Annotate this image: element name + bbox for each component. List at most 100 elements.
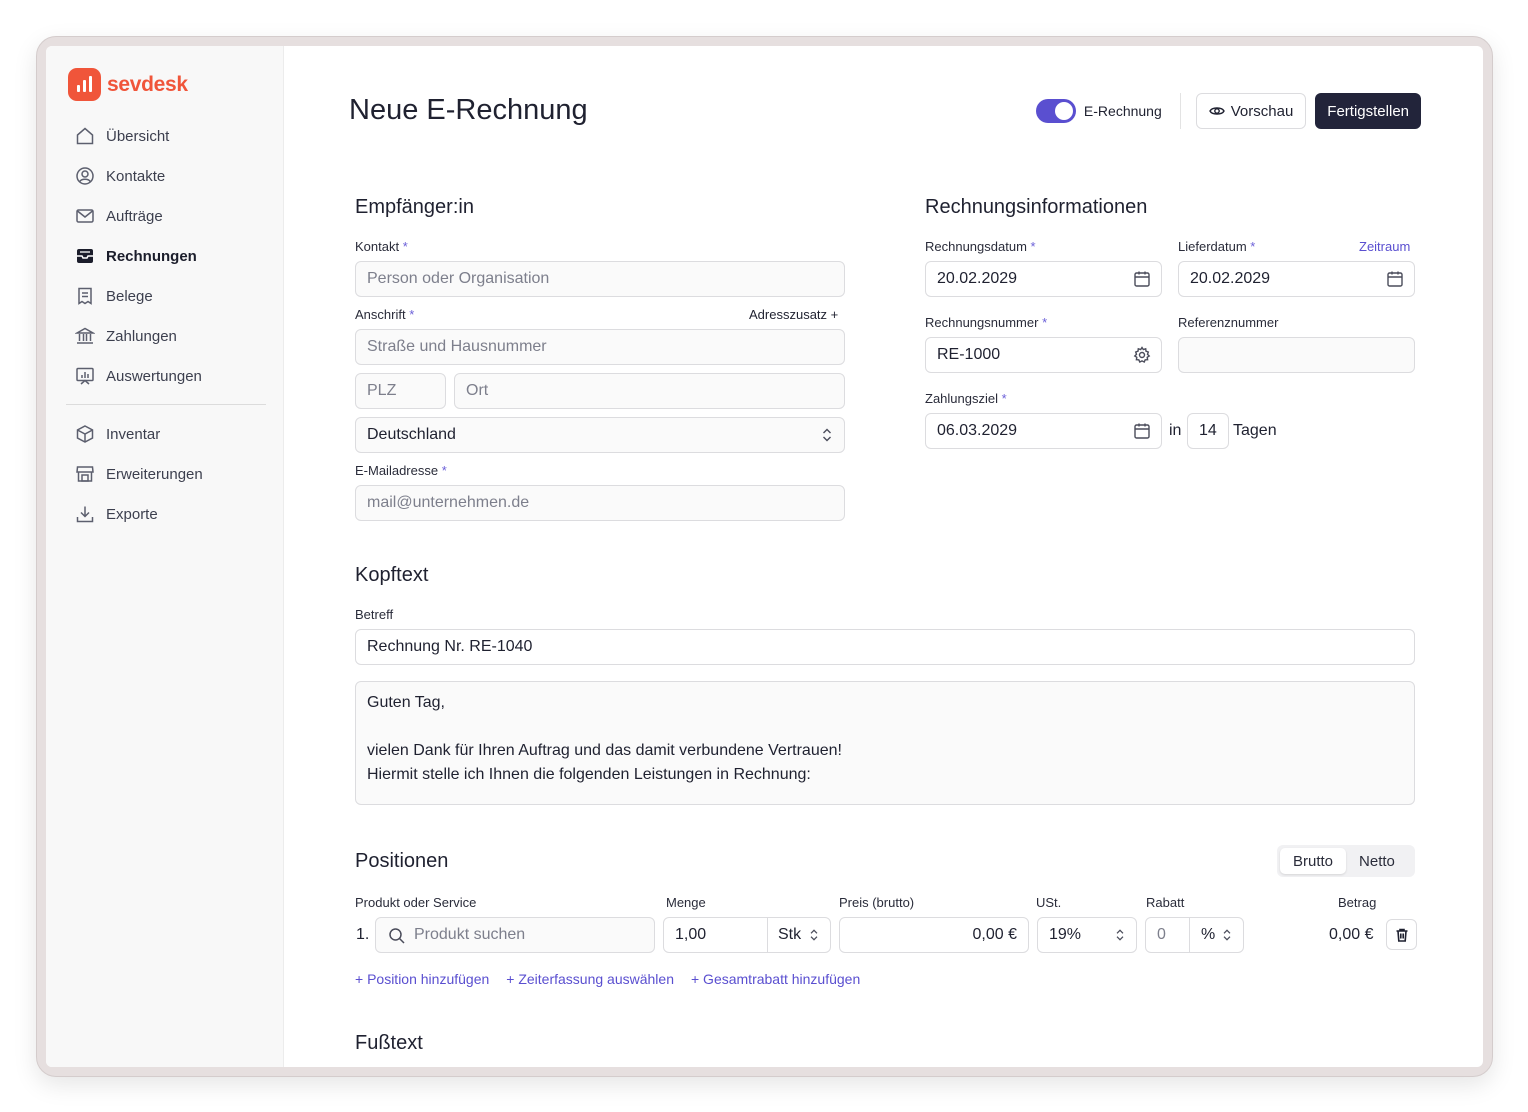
sidebar-divider: [66, 404, 266, 405]
eye-icon: [1208, 103, 1225, 119]
header-text-textarea[interactable]: Guten Tag, vielen Dank für Ihren Auftrag…: [355, 681, 1415, 805]
reference-number-input[interactable]: [1178, 337, 1415, 373]
sidebar: sevdesk Übersicht Kontakte Aufträge Rech…: [46, 46, 284, 1067]
due-date-input[interactable]: 06.03.2029: [925, 413, 1162, 449]
address-extra-link[interactable]: Adresszusatz +: [749, 307, 838, 322]
calendar-icon[interactable]: [1133, 422, 1151, 440]
inbox-icon: [74, 245, 96, 267]
invoice-number-value: RE-1000: [937, 346, 1001, 363]
contact-icon: [74, 165, 96, 187]
sidebar-item-label: Übersicht: [106, 127, 170, 145]
delete-position-button[interactable]: [1386, 919, 1417, 950]
invoice-date-input[interactable]: 20.02.2029: [925, 261, 1162, 297]
delivery-date-input[interactable]: 20.02.2029: [1178, 261, 1415, 297]
mail-icon: [74, 205, 96, 227]
sidebar-nav: Übersicht Kontakte Aufträge Rechnungen B…: [64, 116, 266, 534]
add-position-link[interactable]: + Position hinzufügen: [355, 971, 489, 987]
discount-unit[interactable]: %: [1201, 926, 1215, 944]
contact-input[interactable]: Person oder Organisation: [355, 261, 845, 297]
header-text-line: Guten Tag,: [367, 694, 445, 711]
quantity-input[interactable]: 1,00 Stk: [663, 917, 831, 953]
invoice-date-value: 20.02.2029: [937, 270, 1018, 287]
country-select[interactable]: Deutschland: [355, 417, 845, 453]
e-invoice-toggle[interactable]: [1035, 99, 1076, 123]
product-search-placeholder: Produkt suchen: [414, 926, 526, 943]
price-input[interactable]: 0,00 €: [839, 917, 1029, 953]
position-number: 1.: [356, 926, 370, 943]
col-head-price: Preis (brutto): [839, 895, 915, 910]
sidebar-item-label: Exporte: [106, 505, 158, 523]
city-input[interactable]: Ort: [454, 373, 845, 409]
subject-label: Betreff: [355, 607, 394, 622]
window-frame: sevdesk Übersicht Kontakte Aufträge Rech…: [36, 36, 1493, 1077]
product-search-input[interactable]: Produkt suchen: [375, 917, 655, 953]
add-total-discount-link[interactable]: + Gesamtrabatt hinzufügen: [691, 971, 860, 987]
vat-value: 19%: [1049, 926, 1082, 943]
main-content: Neue E-Rechnung E-Rechnung Vorschau Fert…: [285, 46, 1483, 1067]
sidebar-item-inventar[interactable]: Inventar: [64, 414, 266, 454]
address-label: Anschrift *: [355, 307, 415, 322]
positions-section-title: Positionen: [355, 850, 449, 872]
page-title: Neue E-Rechnung: [349, 94, 588, 126]
email-label: E-Mailadresse *: [355, 463, 447, 478]
zip-input[interactable]: PLZ: [355, 373, 446, 409]
delivery-date-value: 20.02.2029: [1190, 270, 1271, 287]
brand-logo[interactable]: sevdesk: [68, 68, 188, 101]
header-text-line: vielen Dank für Ihren Auftrag und das da…: [367, 742, 842, 759]
box-icon: [74, 423, 96, 445]
select-time-tracking-link[interactable]: + Zeiterfassung auswählen: [506, 971, 674, 987]
due-label: Zahlungsziel *: [925, 391, 1007, 406]
chevron-updown-icon: [1114, 926, 1126, 944]
sidebar-item-label: Zahlungen: [106, 327, 177, 345]
gear-icon[interactable]: [1133, 346, 1151, 364]
recipient-section-title: Empfänger:in: [355, 196, 474, 218]
col-head-amount: Betrag: [1338, 895, 1377, 910]
brand-name: sevdesk: [107, 72, 188, 96]
sidebar-item-label: Aufträge: [106, 207, 163, 225]
brutto-option[interactable]: Brutto: [1280, 848, 1347, 874]
invoice-date-label: Rechnungsdatum *: [925, 239, 1036, 254]
col-head-discount: Rabatt: [1146, 895, 1185, 910]
calendar-icon[interactable]: [1133, 270, 1151, 288]
col-head-qty: Menge: [666, 895, 706, 910]
sidebar-item-erweiterungen[interactable]: Erweiterungen: [64, 454, 266, 494]
finish-button[interactable]: Fertigstellen: [1315, 93, 1421, 129]
invoice-number-input[interactable]: RE-1000: [925, 337, 1162, 373]
discount-input[interactable]: 0 %: [1145, 917, 1244, 953]
sidebar-item-label: Auswertungen: [106, 367, 202, 385]
sidebar-item-kontakte[interactable]: Kontakte: [64, 156, 266, 196]
sidebar-item-belege[interactable]: Belege: [64, 276, 266, 316]
gross-net-switch: Brutto Netto: [1277, 845, 1415, 877]
unit-value[interactable]: Stk: [778, 926, 801, 944]
store-icon: [74, 463, 96, 485]
vat-select[interactable]: 19%: [1037, 917, 1137, 953]
home-icon: [74, 125, 96, 147]
sidebar-item-auswertungen[interactable]: Auswertungen: [64, 356, 266, 396]
chevron-updown-icon[interactable]: [1221, 926, 1233, 944]
preview-button[interactable]: Vorschau: [1195, 93, 1307, 129]
street-input[interactable]: Straße und Hausnummer: [355, 329, 845, 365]
sidebar-item-auftraege[interactable]: Aufträge: [64, 196, 266, 236]
due-days-input[interactable]: 14: [1187, 413, 1229, 449]
subject-input[interactable]: Rechnung Nr. RE-1040: [355, 629, 1415, 665]
period-link[interactable]: Zeitraum: [1359, 239, 1410, 254]
chevron-updown-icon[interactable]: [808, 926, 820, 944]
sidebar-item-rechnungen[interactable]: Rechnungen: [64, 236, 266, 276]
calendar-icon[interactable]: [1386, 270, 1404, 288]
sidebar-item-label: Inventar: [106, 425, 161, 443]
chevron-updown-icon: [820, 426, 834, 444]
sidebar-item-label: Rechnungen: [106, 247, 197, 265]
quantity-divider: [767, 917, 768, 953]
chart-icon: [74, 365, 96, 387]
app-window: sevdesk Übersicht Kontakte Aufträge Rech…: [46, 46, 1483, 1067]
discount-value: 0: [1157, 926, 1166, 943]
sidebar-item-label: Erweiterungen: [106, 465, 203, 483]
footer-text-section-title: Fußtext: [355, 1032, 423, 1054]
e-invoice-toggle-label: E-Rechnung: [1083, 103, 1162, 119]
quantity-value: 1,00: [675, 926, 707, 943]
sidebar-item-exporte[interactable]: Exporte: [64, 494, 266, 534]
email-input[interactable]: mail@unternehmen.de: [355, 485, 845, 521]
sidebar-item-zahlungen[interactable]: Zahlungen: [64, 316, 266, 356]
sidebar-item-uebersicht[interactable]: Übersicht: [64, 116, 266, 156]
netto-option[interactable]: Netto: [1346, 848, 1408, 874]
